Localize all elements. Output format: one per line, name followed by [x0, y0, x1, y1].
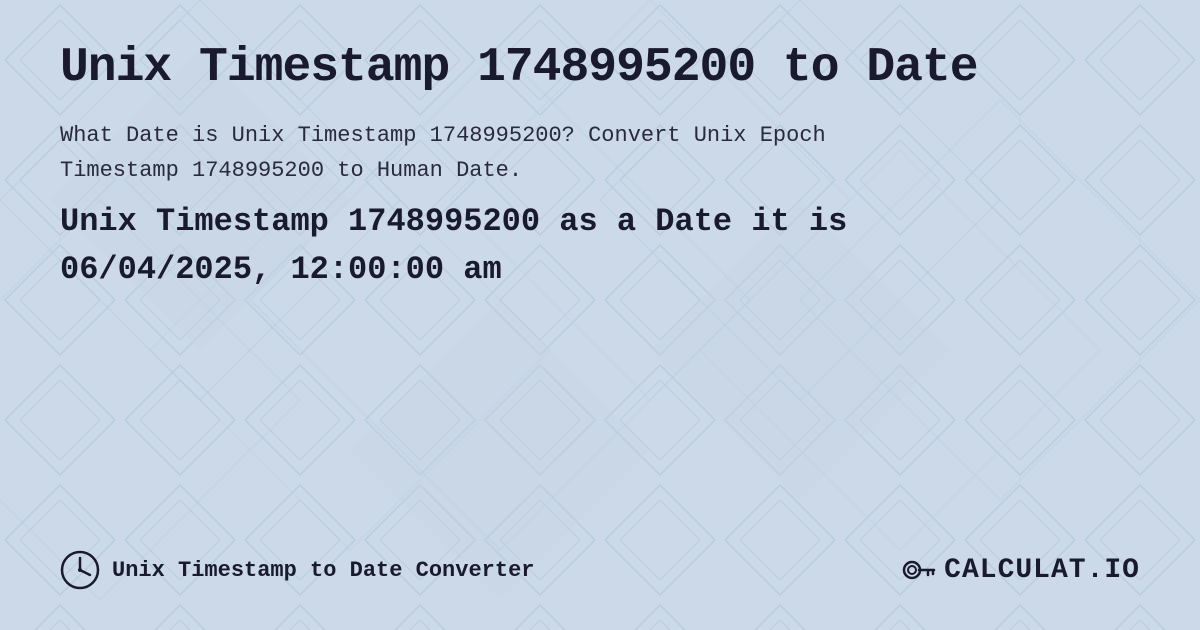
description-line2: Timestamp 1748995200 to Human Date. [60, 158, 522, 183]
logo-icon [900, 552, 936, 588]
clock-icon [60, 550, 100, 590]
result-line1: Unix Timestamp 1748995200 as a Date it i… [60, 203, 847, 240]
result-line2: 06/04/2025, 12:00:00 am [60, 251, 502, 288]
description-line1: What Date is Unix Timestamp 1748995200? … [60, 123, 826, 148]
result-section: Unix Timestamp 1748995200 as a Date it i… [60, 198, 1140, 294]
page-title: Unix Timestamp 1748995200 to Date [60, 40, 1140, 98]
footer-converter-link[interactable]: Unix Timestamp to Date Converter [60, 550, 534, 590]
logo-text: CALCULAT.IO [944, 555, 1140, 586]
result-text: Unix Timestamp 1748995200 as a Date it i… [60, 198, 1140, 294]
calculat-logo[interactable]: CALCULAT.IO [900, 552, 1140, 588]
footer: Unix Timestamp to Date Converter CALCULA… [60, 530, 1140, 590]
page-description: What Date is Unix Timestamp 1748995200? … [60, 118, 960, 188]
footer-label: Unix Timestamp to Date Converter [112, 558, 534, 583]
